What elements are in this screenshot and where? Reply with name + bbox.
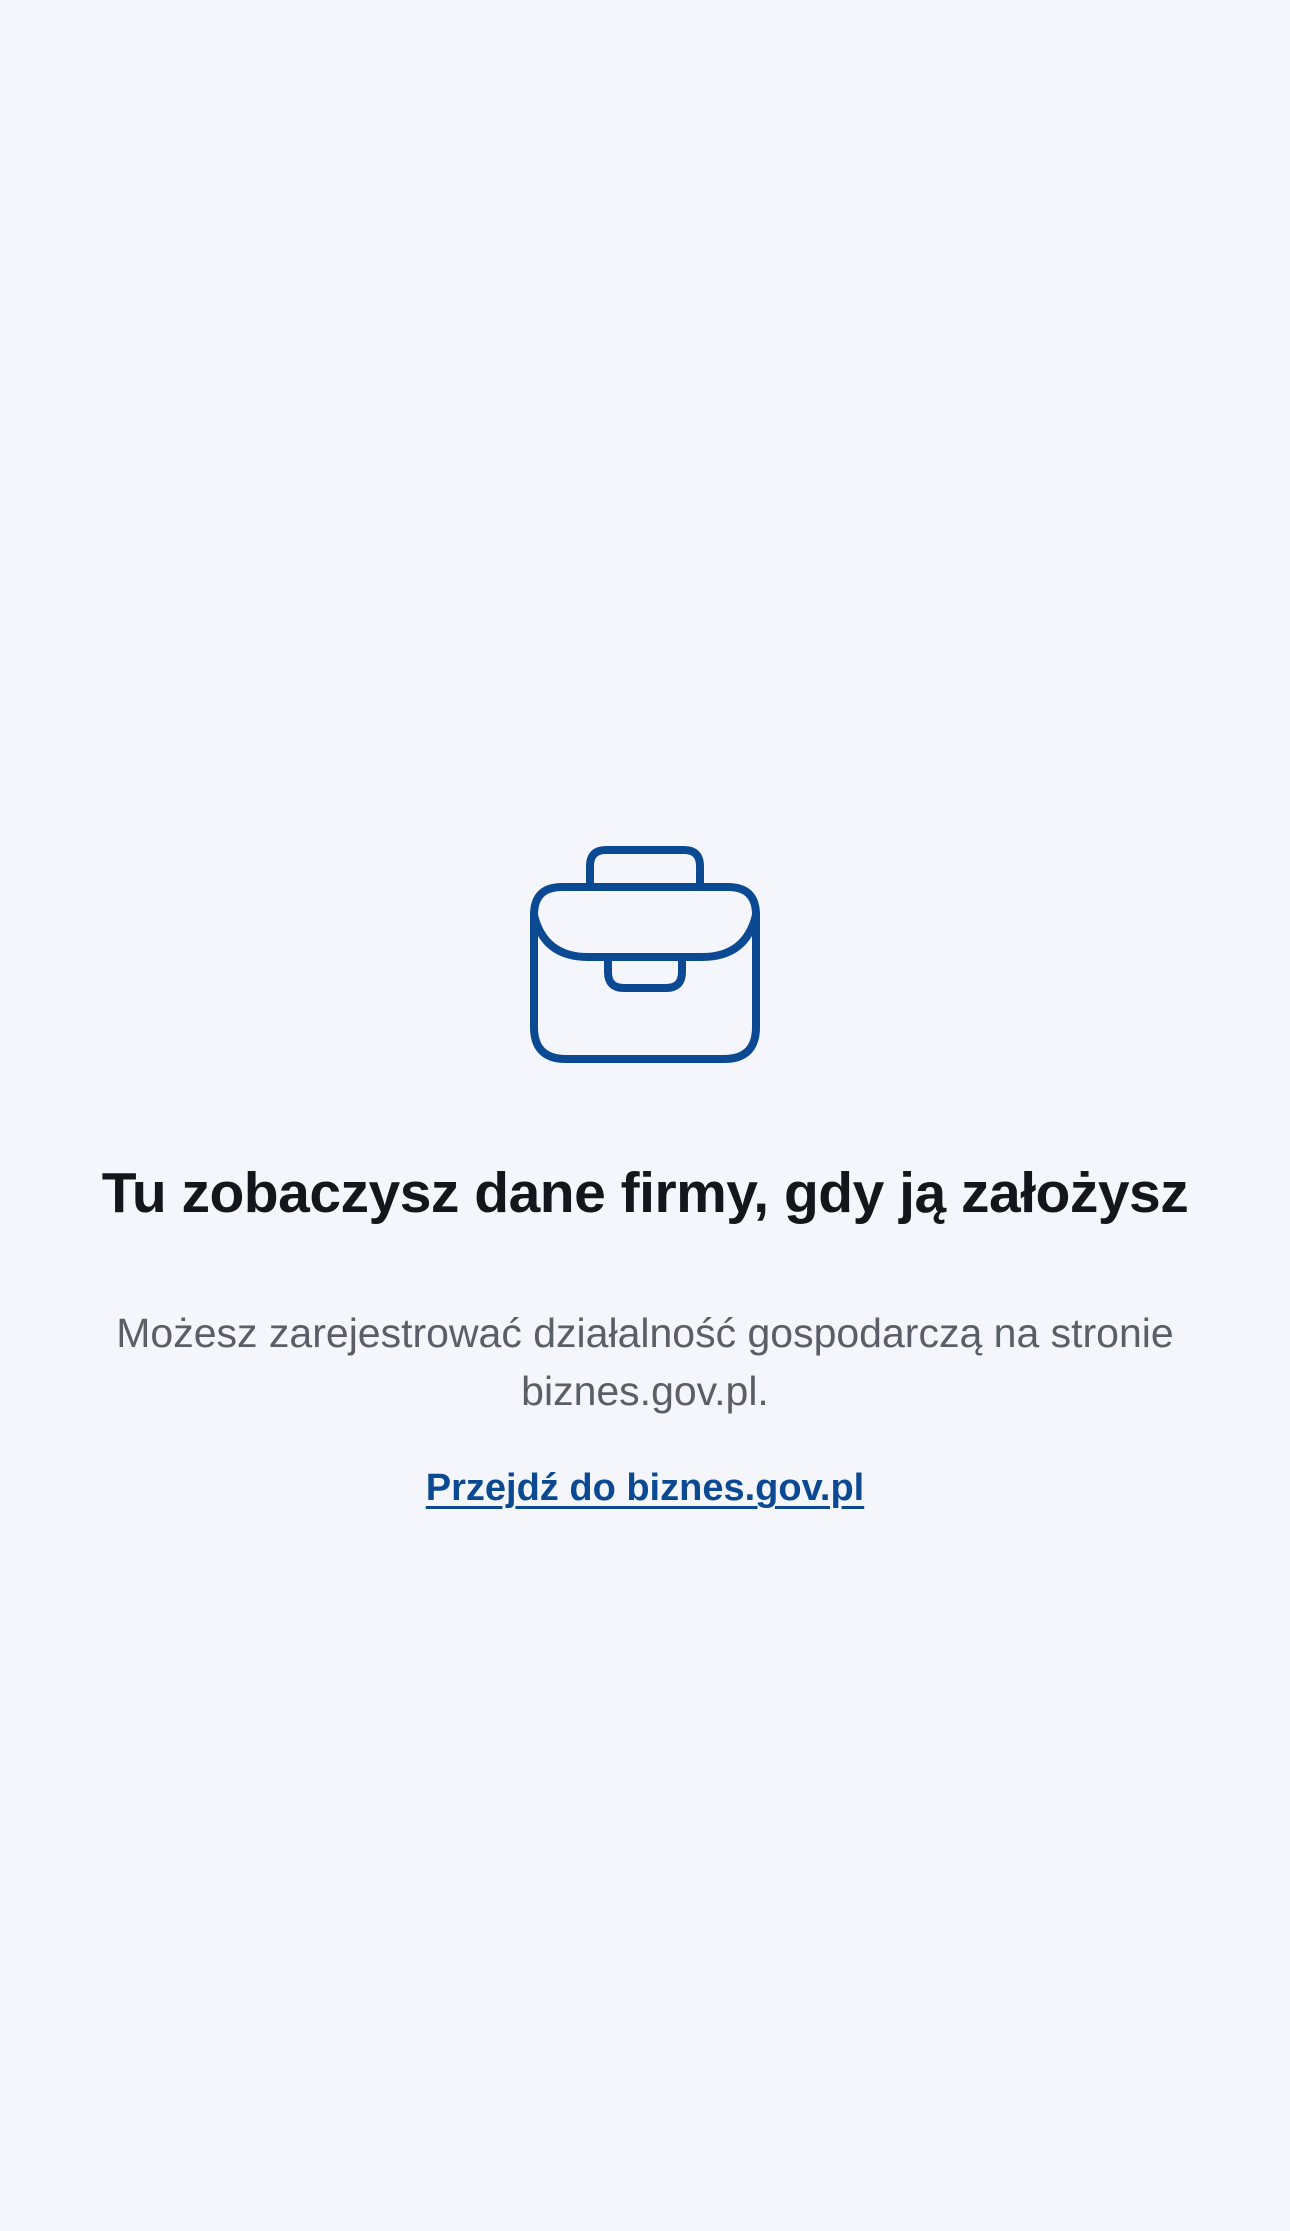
briefcase-icon: [530, 845, 760, 1065]
empty-state-description: Możesz zarejestrować działalność gospoda…: [116, 1310, 1174, 1415]
empty-state-title: Tu zobaczysz dane firmy, gdy ją założysz: [101, 1161, 1189, 1225]
biznes-gov-link[interactable]: Przejdź do biznes.gov.pl: [426, 1463, 864, 1513]
empty-state: Tu zobaczysz dane firmy, gdy ją założysz…: [0, 845, 1290, 1513]
